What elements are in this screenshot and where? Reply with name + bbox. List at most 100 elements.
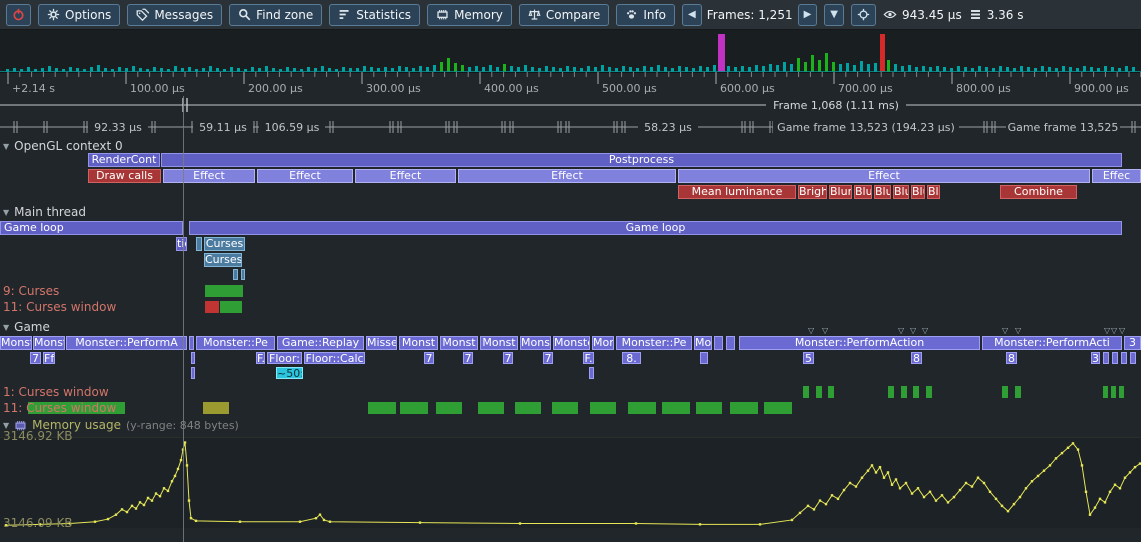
zone-bar[interactable] [1112,352,1118,364]
zone-bar[interactable]: Monste [33,336,65,350]
info-button[interactable]: Info [616,4,675,26]
lock-activity-bar[interactable] [913,386,919,398]
zone-bar[interactable]: Combine [1000,185,1077,199]
zone-bar[interactable]: 8. [622,352,641,364]
zone-bar[interactable]: tick [176,237,187,251]
zone-bar[interactable]: Effect [163,169,255,183]
zone-bar[interactable]: Postprocess [161,153,1122,167]
lock-activity-bar[interactable] [628,402,656,414]
prev-frame-button[interactable]: ◀ [682,4,702,26]
center-view-button[interactable] [851,4,876,26]
zone-bar[interactable]: Monst [480,336,518,350]
lock-activity-bar[interactable] [816,386,822,398]
zone-bar[interactable]: Blur [927,185,940,199]
zone-bar[interactable]: Effect [458,169,676,183]
zone-bar[interactable] [589,367,594,379]
zoom-to-frame-button[interactable]: ▼ [824,4,844,26]
zone-bar[interactable] [233,269,238,280]
zone-bar[interactable]: Brigh [798,185,827,199]
lock-activity-bar[interactable] [203,402,229,414]
zone-bar[interactable]: Monster::PerformActi [982,336,1122,350]
zone-bar[interactable]: Monste [0,336,32,350]
power-button[interactable] [6,4,31,26]
zone-bar[interactable]: Game loop [0,221,183,235]
memory-plot-area[interactable] [0,437,1141,528]
collapse-icon[interactable]: ▼ [3,142,9,151]
lock-activity-bar[interactable] [552,402,578,414]
lock-activity-bar[interactable] [205,285,243,297]
lock-activity-bar[interactable] [590,402,616,414]
lock-activity-bar[interactable] [1119,386,1124,398]
lock-activity-bar[interactable] [1103,386,1108,398]
lock-activity-bar[interactable] [205,301,219,313]
lock-activity-bar[interactable] [400,402,428,414]
zone-bar[interactable]: 7 [543,352,553,364]
lock-activity-bar[interactable] [828,386,834,398]
zone-bar[interactable] [700,352,708,364]
zone-bar[interactable]: Curses [204,237,245,251]
lock-activity-bar[interactable] [901,386,907,398]
zone-bar[interactable] [714,336,723,350]
zone-bar[interactable]: Mean luminance [678,185,796,199]
zone-bar[interactable]: 8 [911,352,922,364]
messages-button[interactable]: Messages [127,4,222,26]
zone-bar[interactable]: Game::Replay [277,336,364,350]
zone-bar[interactable]: Curses [204,253,242,267]
lock-activity-bar[interactable] [888,386,894,398]
zone-bar[interactable]: Missed [366,336,397,350]
zone-bar[interactable] [189,336,194,350]
zone-bar[interactable]: Floor: [267,352,302,364]
zone-bar[interactable]: Monster::Pe [196,336,275,350]
zone-bar[interactable]: Effect [257,169,353,183]
zone-bar[interactable]: ~50: [276,367,303,379]
zone-bar[interactable]: Monster::PerformAction [739,336,980,350]
zone-bar[interactable] [196,237,202,251]
section-header-opengl-context-0[interactable]: ▼OpenGL context 0 [3,139,123,153]
zone-bar[interactable] [1103,352,1109,364]
lock-activity-bar[interactable] [926,386,932,398]
statistics-button[interactable]: Statistics [329,4,420,26]
zone-bar[interactable]: Mons [592,336,614,350]
zone-bar[interactable]: Game loop [189,221,1122,235]
lock-activity-bar[interactable] [696,402,722,414]
zone-bar[interactable]: Monster::PerformA [66,336,187,350]
zone-bar[interactable]: RenderCont [88,153,160,167]
zone-bar[interactable] [1130,352,1136,364]
lock-activity-bar[interactable] [730,402,758,414]
zone-bar[interactable]: F. [583,352,594,364]
zone-bar[interactable]: Effec [1092,169,1141,183]
lock-activity-bar[interactable] [1002,386,1008,398]
zone-bar[interactable]: Blur [874,185,891,199]
collapse-icon[interactable]: ▼ [3,208,9,217]
lock-activity-bar[interactable] [436,402,462,414]
zone-bar[interactable]: Monste [553,336,590,350]
zone-bar[interactable] [1121,352,1127,364]
section-header-main-thread[interactable]: ▼Main thread [3,205,86,219]
zone-bar[interactable]: Blur [911,185,925,199]
zone-bar[interactable]: Monst [440,336,478,350]
zone-bar[interactable]: 7 [503,352,513,364]
collapse-icon[interactable]: ▼ [3,323,9,332]
options-button[interactable]: Options [38,4,120,26]
zone-bar[interactable]: 7 [424,352,434,364]
next-frame-button[interactable]: ▶ [798,4,818,26]
lock-activity-bar[interactable] [662,402,690,414]
zone-bar[interactable]: Monst [399,336,438,350]
zone-bar[interactable]: Monster::Pe [616,336,692,350]
zone-bar[interactable] [726,336,735,350]
lock-activity-bar[interactable] [803,386,809,398]
zone-bar[interactable]: 3 [1091,352,1100,364]
zone-bar[interactable]: Effect [355,169,456,183]
zone-bar[interactable]: Monst [520,336,551,350]
zone-bar[interactable]: Blur [893,185,909,199]
lock-activity-bar[interactable] [478,402,504,414]
zone-bar[interactable] [191,352,195,364]
compare-button[interactable]: Compare [519,4,609,26]
zone-bar[interactable]: Draw calls [88,169,161,183]
zone-bar[interactable]: Effect [678,169,1090,183]
zone-bar[interactable]: 7 [463,352,473,364]
lock-activity-bar[interactable] [1015,386,1021,398]
zone-bar[interactable]: Blur [829,185,852,199]
lock-activity-bar[interactable] [1111,386,1116,398]
zone-bar[interactable]: 5 [803,352,814,364]
